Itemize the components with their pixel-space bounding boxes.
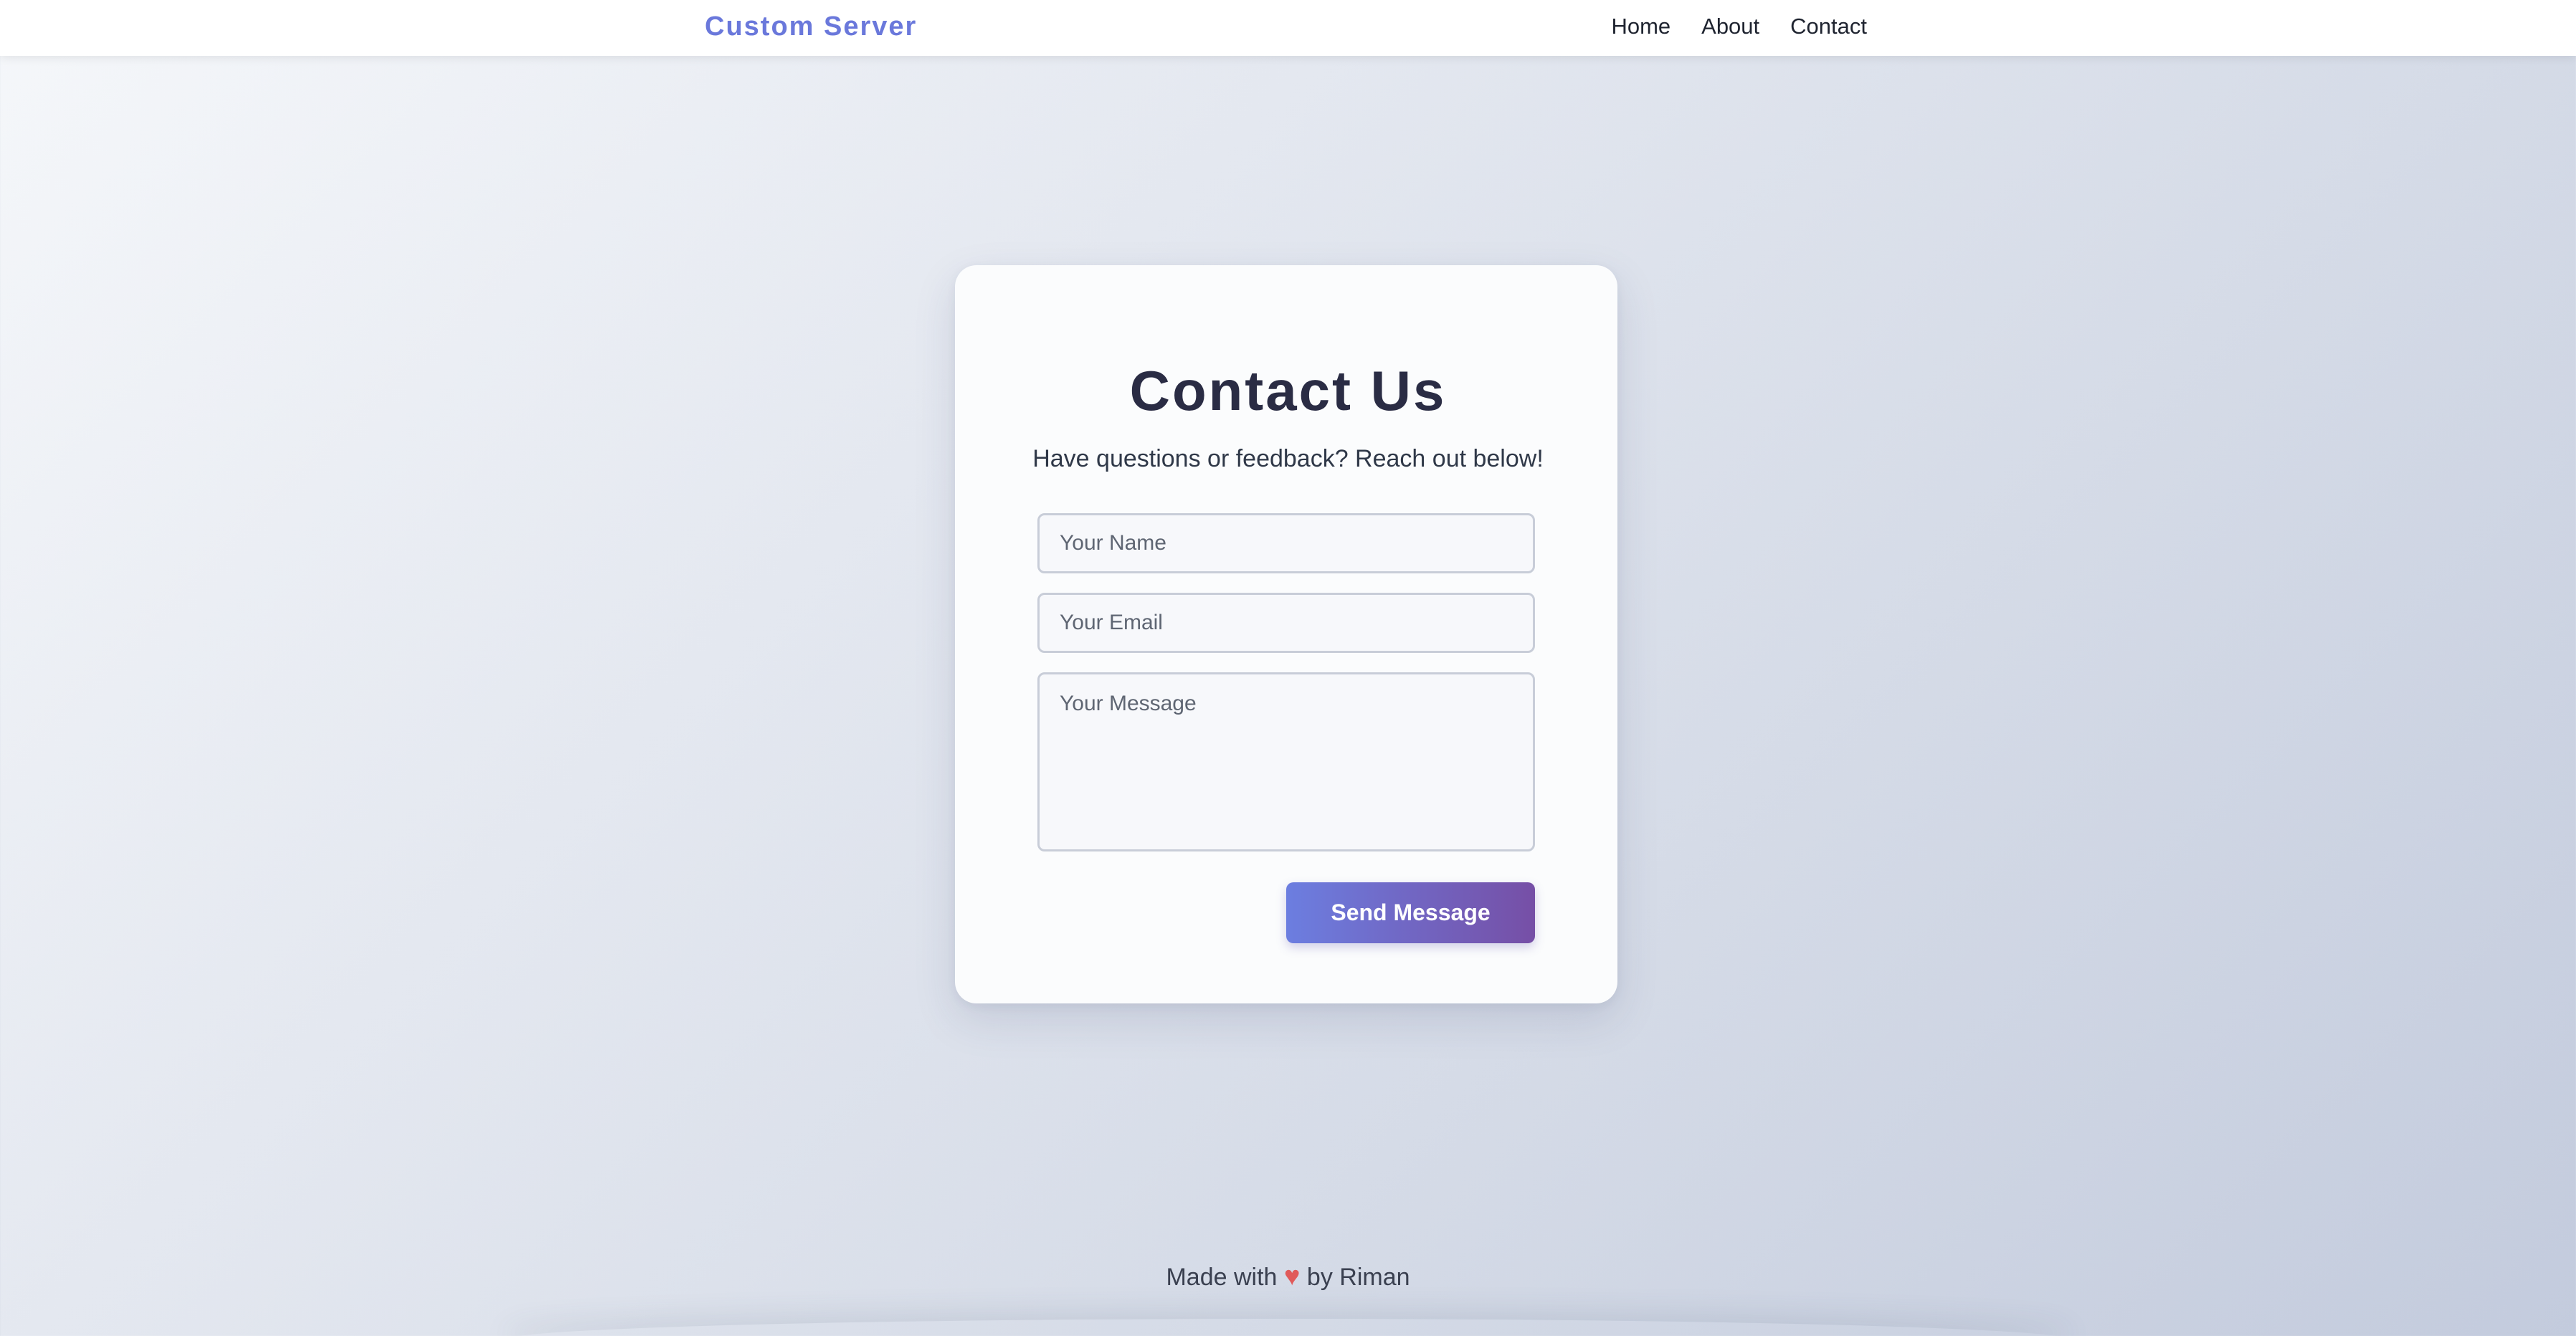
name-input[interactable] <box>1037 513 1535 573</box>
nav-link-about[interactable]: About <box>1701 14 1759 39</box>
nav-link-contact[interactable]: Contact <box>1790 14 1867 39</box>
top-navbar: Custom Server Home About Contact <box>0 0 2576 56</box>
footer-suffix: by Riman <box>1306 1264 1410 1291</box>
brand-logo[interactable]: Custom Server <box>705 0 917 53</box>
footer-prefix: Made with <box>1166 1264 1278 1291</box>
nav-links: Home About Contact <box>1611 0 1867 53</box>
page-subtitle: Have questions or feedback? Reach out be… <box>1032 445 1544 472</box>
message-textarea[interactable] <box>1037 672 1535 851</box>
footer-credit: Made with ♥ by Riman <box>0 1259 2576 1295</box>
email-input[interactable] <box>1037 593 1535 653</box>
page-title: Contact Us <box>1129 359 1447 422</box>
heart-icon: ♥ <box>1283 1261 1301 1292</box>
nav-link-home[interactable]: Home <box>1611 14 1670 39</box>
footer-divider-shadow <box>502 1319 2074 1336</box>
send-message-button[interactable]: Send Message <box>1286 882 1535 943</box>
